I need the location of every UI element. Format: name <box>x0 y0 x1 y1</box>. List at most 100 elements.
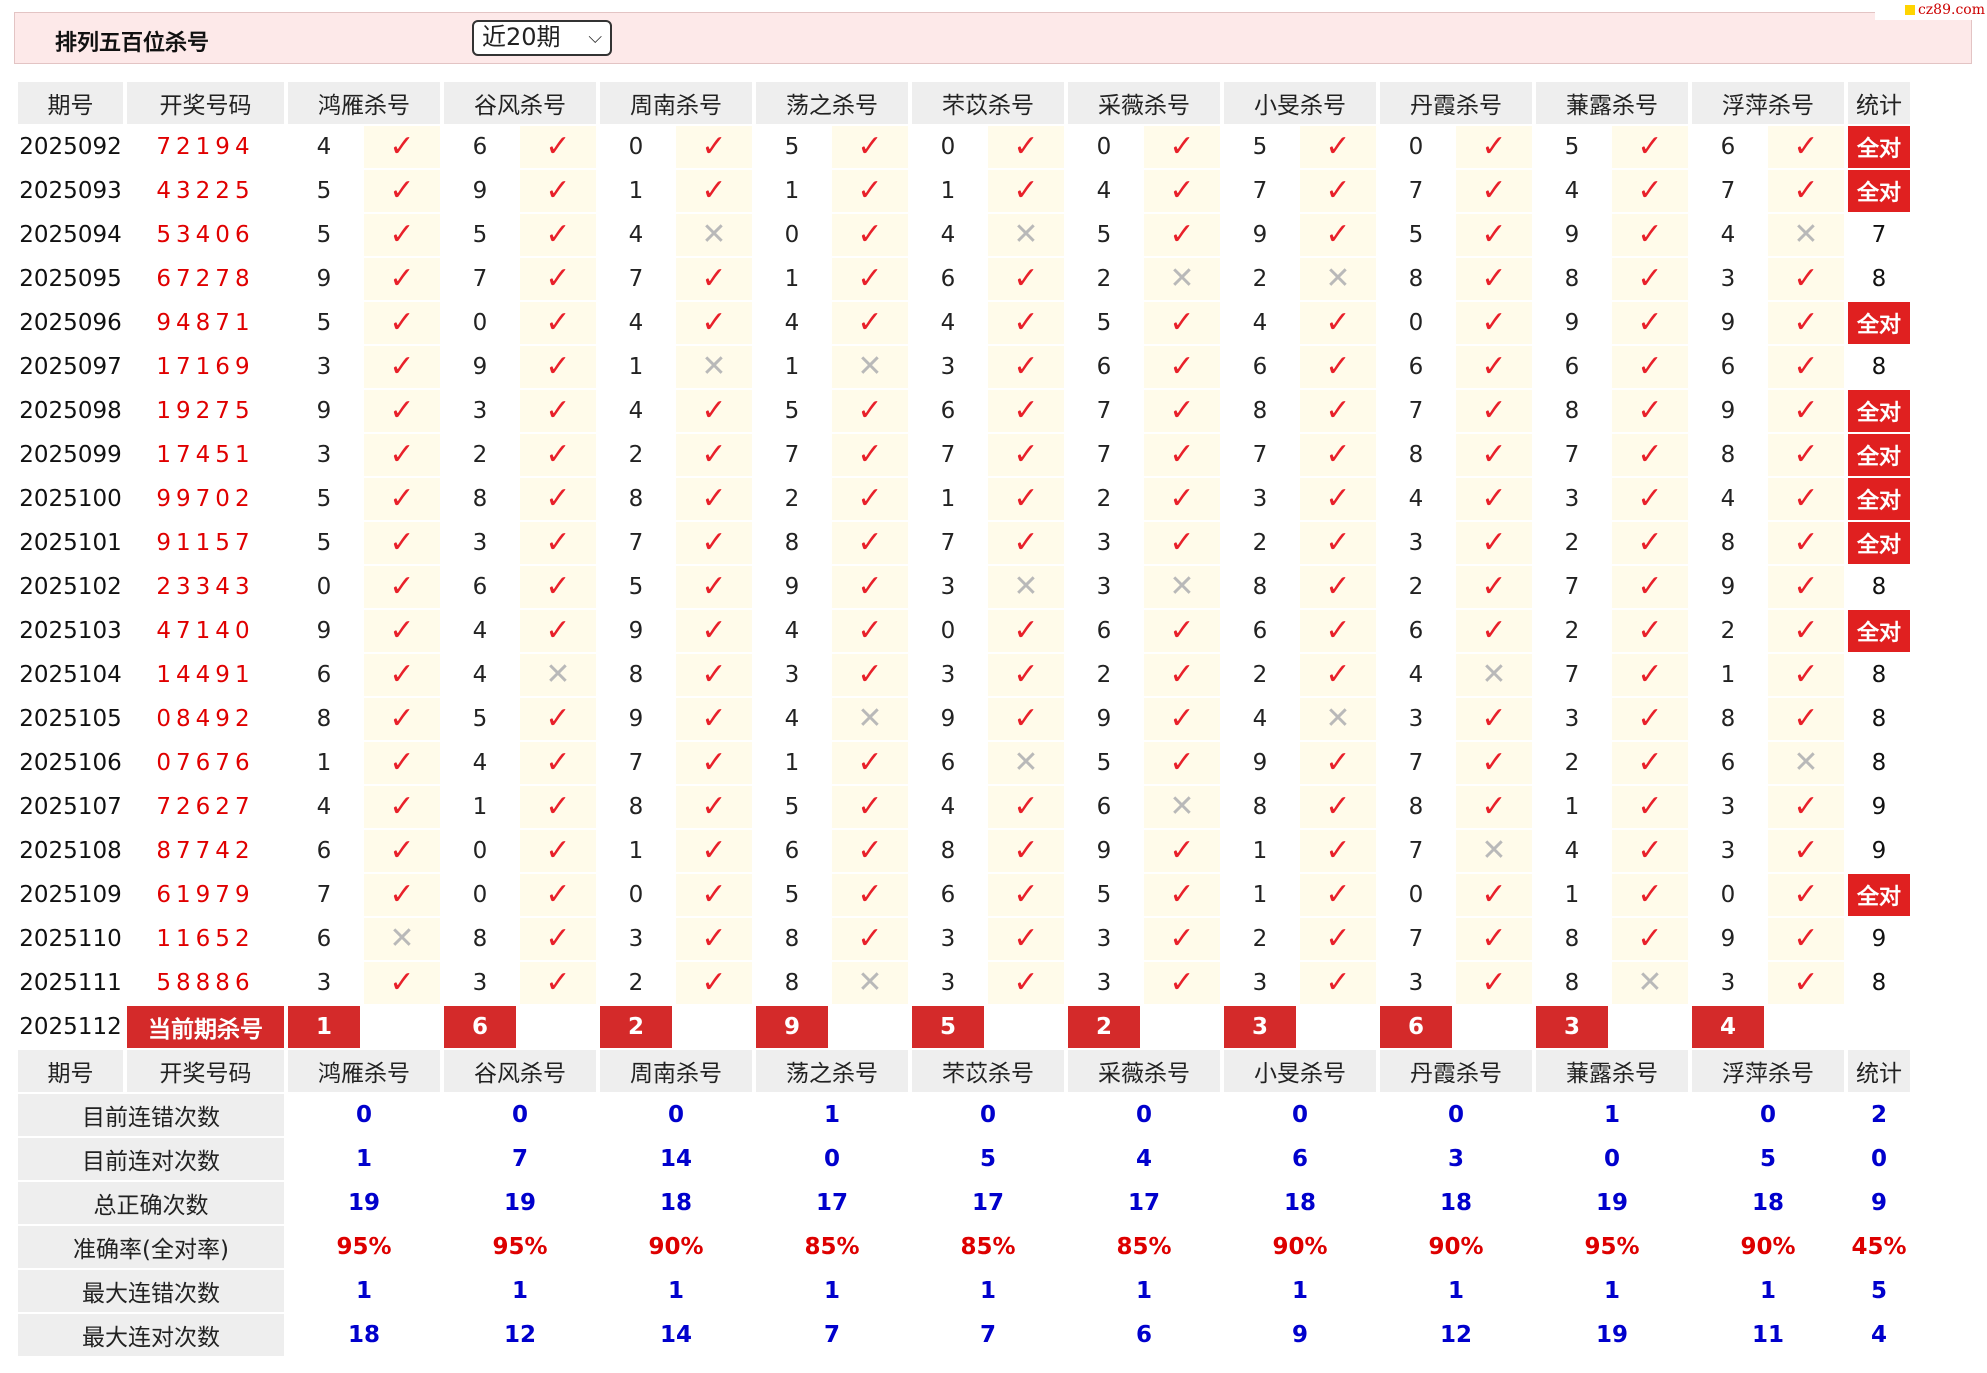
check-icon: ✓ <box>1637 129 1663 164</box>
kill-number: 5 <box>756 874 828 916</box>
column-header-expert: 谷风杀号 <box>444 82 596 124</box>
draw-number: 17451 <box>127 434 284 476</box>
result-cell: ✓ <box>1456 698 1532 740</box>
result-cell: ✓ <box>676 258 752 300</box>
result-cell: ✓ <box>1144 126 1220 168</box>
summary-value: 6 <box>1068 1314 1220 1356</box>
check-icon: ✓ <box>857 481 883 516</box>
cross-icon: ✕ <box>1481 833 1507 868</box>
summary-value: 9 <box>1224 1314 1376 1356</box>
result-cell: ✓ <box>1456 786 1532 828</box>
check-icon: ✓ <box>857 657 883 692</box>
kill-number: 8 <box>1380 258 1452 300</box>
check-icon: ✓ <box>1793 129 1819 164</box>
kill-number: 2 <box>1224 918 1296 960</box>
kill-number: 1 <box>756 742 828 784</box>
kill-number: 4 <box>600 390 672 432</box>
column-header-draw: 开奖号码 <box>127 1050 284 1092</box>
result-cell: ✓ <box>520 302 596 344</box>
draw-number: 08492 <box>127 698 284 740</box>
kill-number: 3 <box>912 918 984 960</box>
summary-label: 目前连对次数 <box>18 1138 284 1180</box>
check-icon: ✓ <box>545 525 571 560</box>
result-cell: ✓ <box>1612 302 1688 344</box>
check-icon: ✓ <box>701 613 727 648</box>
result-cell: ✕ <box>1612 962 1688 1004</box>
kill-number: 4 <box>756 610 828 652</box>
all-correct-badge: 全对 <box>1848 478 1910 520</box>
result-cell: ✓ <box>1144 610 1220 652</box>
summary-value: 6 <box>1224 1138 1376 1180</box>
check-icon: ✓ <box>1169 657 1195 692</box>
cross-icon: ✕ <box>389 921 415 956</box>
check-icon: ✓ <box>1793 437 1819 472</box>
result-cell: ✕ <box>1144 566 1220 608</box>
kill-number: 5 <box>1068 742 1140 784</box>
kill-number: 2 <box>444 434 516 476</box>
result-cell: ✓ <box>520 918 596 960</box>
kill-number: 6 <box>912 258 984 300</box>
check-icon: ✓ <box>545 393 571 428</box>
result-cell: ✓ <box>364 170 440 212</box>
kill-number: 6 <box>912 390 984 432</box>
column-header-expert: 周南杀号 <box>600 1050 752 1092</box>
result-cell: ✓ <box>1612 874 1688 916</box>
page-title: 排列五百位杀号 <box>55 31 210 56</box>
check-icon: ✓ <box>1637 569 1663 604</box>
summary-value: 1 <box>288 1138 440 1180</box>
kill-number: 3 <box>444 390 516 432</box>
summary-value: 90% <box>1224 1226 1376 1268</box>
table-row: 2025092 72194 4 ✓ 6 ✓ 0 ✓ 5 ✓ 0 ✓ 0 ✓ 5 ✓ 0 ✓ 5 ✓ 6 ✓ 全对 <box>18 126 1910 168</box>
check-icon: ✓ <box>389 393 415 428</box>
kill-number: 7 <box>1380 830 1452 872</box>
current-blank <box>676 1006 752 1048</box>
kill-number: 0 <box>912 126 984 168</box>
summary-stat: 2 <box>1848 1094 1910 1136</box>
kill-number: 8 <box>756 918 828 960</box>
cross-icon: ✕ <box>1169 789 1195 824</box>
column-header-expert: 蒹露杀号 <box>1536 82 1688 124</box>
result-cell: ✓ <box>1144 522 1220 564</box>
result-cell: ✓ <box>1300 610 1376 652</box>
check-icon: ✓ <box>1169 877 1195 912</box>
kill-number: 3 <box>1692 962 1764 1004</box>
summary-value: 18 <box>600 1182 752 1224</box>
issue-number: 2025095 <box>18 258 123 300</box>
check-icon: ✓ <box>857 393 883 428</box>
summary-value: 7 <box>756 1314 908 1356</box>
current-kill-number: 3 <box>1536 1006 1608 1048</box>
table-row: 2025097 17169 3 ✓ 9 ✓ 1 ✕ 1 ✕ 3 ✓ 6 ✓ 6 ✓ 6 ✓ 6 ✓ 6 ✓ 8 <box>18 346 1910 388</box>
kill-number: 6 <box>1692 126 1764 168</box>
current-kill-number: 1 <box>288 1006 360 1048</box>
check-icon: ✓ <box>1169 921 1195 956</box>
kill-number: 4 <box>912 786 984 828</box>
result-cell: ✓ <box>1768 434 1844 476</box>
check-icon: ✓ <box>1793 569 1819 604</box>
result-cell: ✓ <box>676 302 752 344</box>
result-cell: ✓ <box>364 786 440 828</box>
check-icon: ✓ <box>389 349 415 384</box>
kill-number: 4 <box>1536 830 1608 872</box>
check-icon: ✓ <box>1013 437 1039 472</box>
kill-number: 1 <box>912 478 984 520</box>
kill-number: 2 <box>1224 258 1296 300</box>
check-icon: ✓ <box>1793 921 1819 956</box>
result-cell: ✓ <box>1144 962 1220 1004</box>
period-select[interactable]: 近20期 ⌵ <box>472 20 612 56</box>
kill-number: 2 <box>1068 654 1140 696</box>
summary-value: 17 <box>756 1182 908 1224</box>
result-cell: ✓ <box>520 786 596 828</box>
result-cell: ✓ <box>1456 434 1532 476</box>
check-icon: ✓ <box>1013 833 1039 868</box>
site-watermark: cz89.com <box>1875 0 1987 20</box>
kill-number: 6 <box>912 742 984 784</box>
check-icon: ✓ <box>1325 481 1351 516</box>
issue-number: 2025093 <box>18 170 123 212</box>
result-cell: ✓ <box>1456 170 1532 212</box>
result-cell: ✓ <box>1456 874 1532 916</box>
check-icon: ✓ <box>1481 965 1507 1000</box>
check-icon: ✓ <box>857 437 883 472</box>
kill-number: 6 <box>288 918 360 960</box>
kill-number: 1 <box>912 170 984 212</box>
summary-value: 12 <box>1380 1314 1532 1356</box>
